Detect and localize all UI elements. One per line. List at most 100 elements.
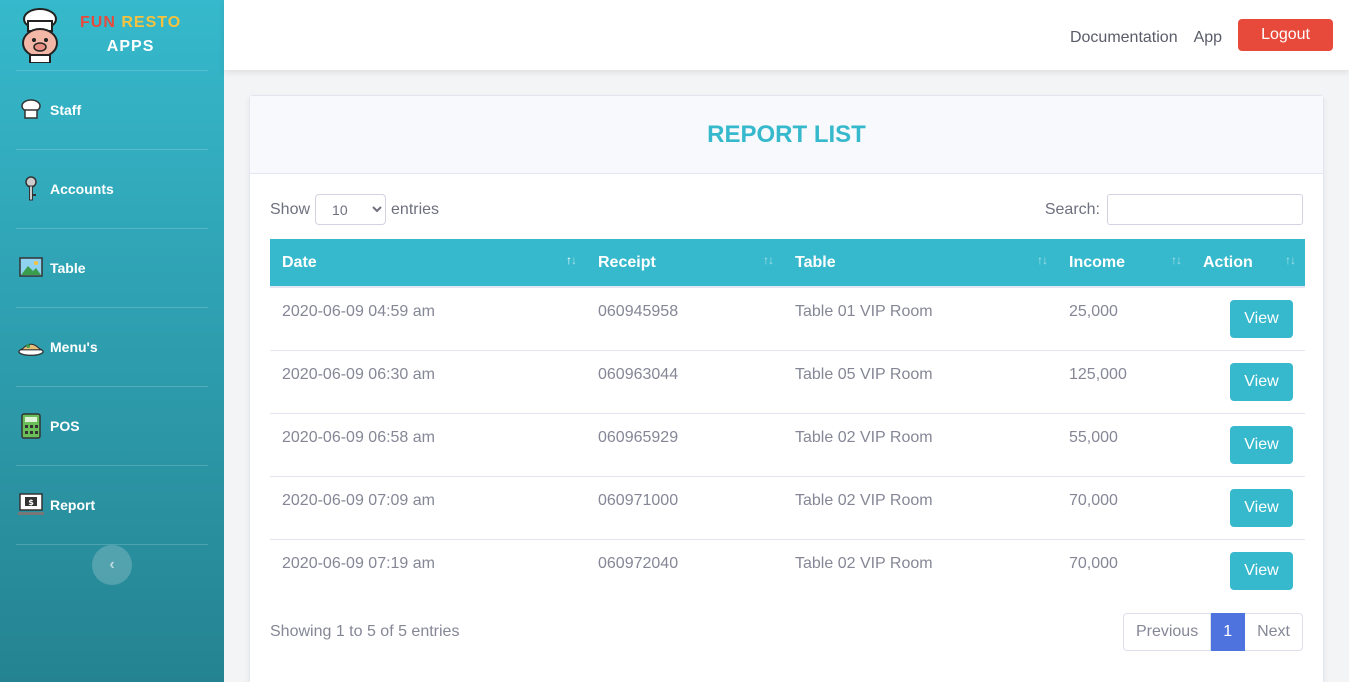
- report-card: REPORT LIST Show 10 entries Search: Date…: [249, 95, 1324, 682]
- brand[interactable]: FUN RESTO APPS: [0, 0, 208, 70]
- table-row: 2020-06-09 06:58 am 060965929 Table 02 V…: [270, 412, 1305, 476]
- cell-income: 125,000: [1057, 349, 1191, 413]
- column-header-label: Receipt: [598, 253, 656, 271]
- logout-button[interactable]: Logout: [1238, 19, 1333, 51]
- column-header-label: Action: [1203, 253, 1253, 271]
- search-input[interactable]: [1107, 194, 1303, 225]
- cell-income: 55,000: [1057, 412, 1191, 476]
- cell-table: Table 01 VIP Room: [795, 303, 933, 320]
- table-row: 2020-06-09 07:19 am 060972040 Table 02 V…: [270, 538, 1305, 602]
- cell-date: 2020-06-09 04:59 am: [282, 303, 435, 320]
- cell-receipt: 060972040: [586, 538, 783, 602]
- brand-fun: FUN: [80, 14, 116, 31]
- sidebar-item-label: Table: [50, 260, 86, 276]
- entries-info: Showing 1 to 5 of 5 entries: [270, 623, 460, 640]
- column-header-receipt[interactable]: Receipt ↑↓: [586, 239, 783, 288]
- brand-resto: RESTO: [121, 14, 182, 31]
- column-header-table[interactable]: Table ↑↓: [783, 239, 1057, 288]
- table-row: 2020-06-09 04:59 am 060945958 Table 01 V…: [270, 287, 1305, 350]
- column-header-label: Date: [282, 253, 317, 271]
- cell-date: 2020-06-09 07:19 am: [270, 538, 586, 602]
- chef-logo-icon: [16, 7, 64, 64]
- sort-icon: ↑↓: [1037, 253, 1048, 267]
- show-label: Show: [270, 200, 311, 218]
- card-header: REPORT LIST: [250, 96, 1323, 174]
- cell-table: Table 02 VIP Room: [783, 412, 1057, 476]
- entries-length: Show 10 entries: [270, 194, 439, 225]
- cell-action: View: [1191, 538, 1305, 602]
- cell-action: View: [1191, 287, 1305, 350]
- money-monitor-icon: $: [18, 492, 44, 518]
- calculator-icon: [18, 413, 44, 439]
- chevron-left-icon: ‹: [109, 556, 115, 573]
- entries-label: entries: [391, 200, 440, 218]
- cell-income: 25,000: [1069, 303, 1118, 320]
- app-link[interactable]: App: [1194, 29, 1222, 47]
- brand-apps: APPS: [106, 38, 155, 55]
- cell-table: Table 05 VIP Room: [783, 349, 1057, 413]
- cell-receipt: 060945958: [598, 303, 679, 320]
- sidebar-item-label: Menu's: [50, 339, 98, 355]
- sidebar-item-label: Report: [50, 497, 96, 513]
- sidebar-item-menus[interactable]: Menu's: [0, 308, 224, 386]
- cell-date: 2020-06-09 06:30 am: [270, 349, 586, 413]
- cell-date: 2020-06-09 06:58 am: [270, 412, 586, 476]
- column-header-label: Income: [1069, 253, 1126, 271]
- food-dish-icon: [18, 334, 44, 360]
- brand-name: FUN RESTO APPS: [80, 11, 181, 59]
- key-icon: [18, 176, 44, 202]
- table-header-row: Date ↑↓ Receipt ↑↓ Table ↑↓ Income ↑↓ Action…: [270, 239, 1305, 288]
- cell-date: 2020-06-09 07:09 am: [270, 475, 586, 539]
- cell-action: View: [1191, 475, 1305, 539]
- sidebar: FUN RESTO APPS Staff Accounts Table Menu…: [0, 0, 224, 682]
- picture-icon: [18, 255, 44, 281]
- sidebar-item-pos[interactable]: POS: [0, 387, 224, 465]
- search-label: Search:: [1044, 200, 1100, 218]
- table-row: 2020-06-09 06:30 am 060963044 Table 05 V…: [270, 349, 1305, 413]
- cell-income: 70,000: [1057, 538, 1191, 602]
- sort-asc-icon: ↑↓: [566, 253, 577, 267]
- view-button[interactable]: View: [1230, 551, 1293, 590]
- view-button[interactable]: View: [1230, 488, 1293, 527]
- sidebar-item-label: Accounts: [50, 181, 114, 197]
- cell-table: Table 02 VIP Room: [783, 475, 1057, 539]
- cell-table: Table 02 VIP Room: [783, 538, 1057, 602]
- view-button[interactable]: View: [1230, 362, 1293, 401]
- search-box: Search:: [1045, 194, 1303, 225]
- next-page-button[interactable]: Next: [1245, 613, 1303, 651]
- cell-action: View: [1191, 349, 1305, 413]
- page-1-button[interactable]: 1: [1211, 613, 1246, 651]
- cell-receipt: 060965929: [586, 412, 783, 476]
- sidebar-item-label: POS: [50, 418, 80, 434]
- documentation-link[interactable]: Documentation: [1070, 29, 1178, 47]
- cell-income: 70,000: [1057, 475, 1191, 539]
- table-row: 2020-06-09 07:09 am 060971000 Table 02 V…: [270, 475, 1305, 539]
- page-title: REPORT LIST: [707, 120, 866, 148]
- column-header-date[interactable]: Date ↑↓: [270, 239, 586, 288]
- sidebar-item-staff[interactable]: Staff: [0, 71, 224, 149]
- pagination: Previous 1 Next: [1122, 613, 1303, 651]
- column-header-income[interactable]: Income ↑↓: [1057, 239, 1191, 288]
- sort-icon: ↑↓: [763, 253, 774, 267]
- sidebar-item-label: Staff: [50, 102, 82, 118]
- sidebar-toggle-button[interactable]: ‹: [92, 545, 132, 585]
- cell-receipt: 060971000: [586, 475, 783, 539]
- table-footer: Showing 1 to 5 of 5 entries Previous 1 N…: [270, 613, 1303, 651]
- sidebar-item-table[interactable]: Table: [0, 229, 224, 307]
- cell-action: View: [1191, 412, 1305, 476]
- column-header-label: Table: [795, 253, 836, 271]
- sort-icon: ↑↓: [1285, 253, 1296, 267]
- sidebar-item-report[interactable]: $ Report: [0, 466, 224, 544]
- cell-receipt: 060963044: [586, 349, 783, 413]
- entries-select[interactable]: 10: [315, 194, 387, 225]
- chef-hat-icon: [18, 97, 44, 123]
- sort-icon: ↑↓: [1171, 253, 1182, 267]
- previous-page-button[interactable]: Previous: [1122, 613, 1212, 651]
- view-button[interactable]: View: [1230, 425, 1293, 464]
- sidebar-item-accounts[interactable]: Accounts: [0, 150, 224, 228]
- svg-text:$: $: [28, 498, 34, 507]
- column-header-action[interactable]: Action ↑↓: [1191, 239, 1305, 288]
- table-controls: Show 10 entries Search:: [270, 194, 1303, 225]
- view-button[interactable]: View: [1230, 300, 1293, 338]
- topbar: Documentation App Logout: [224, 0, 1349, 70]
